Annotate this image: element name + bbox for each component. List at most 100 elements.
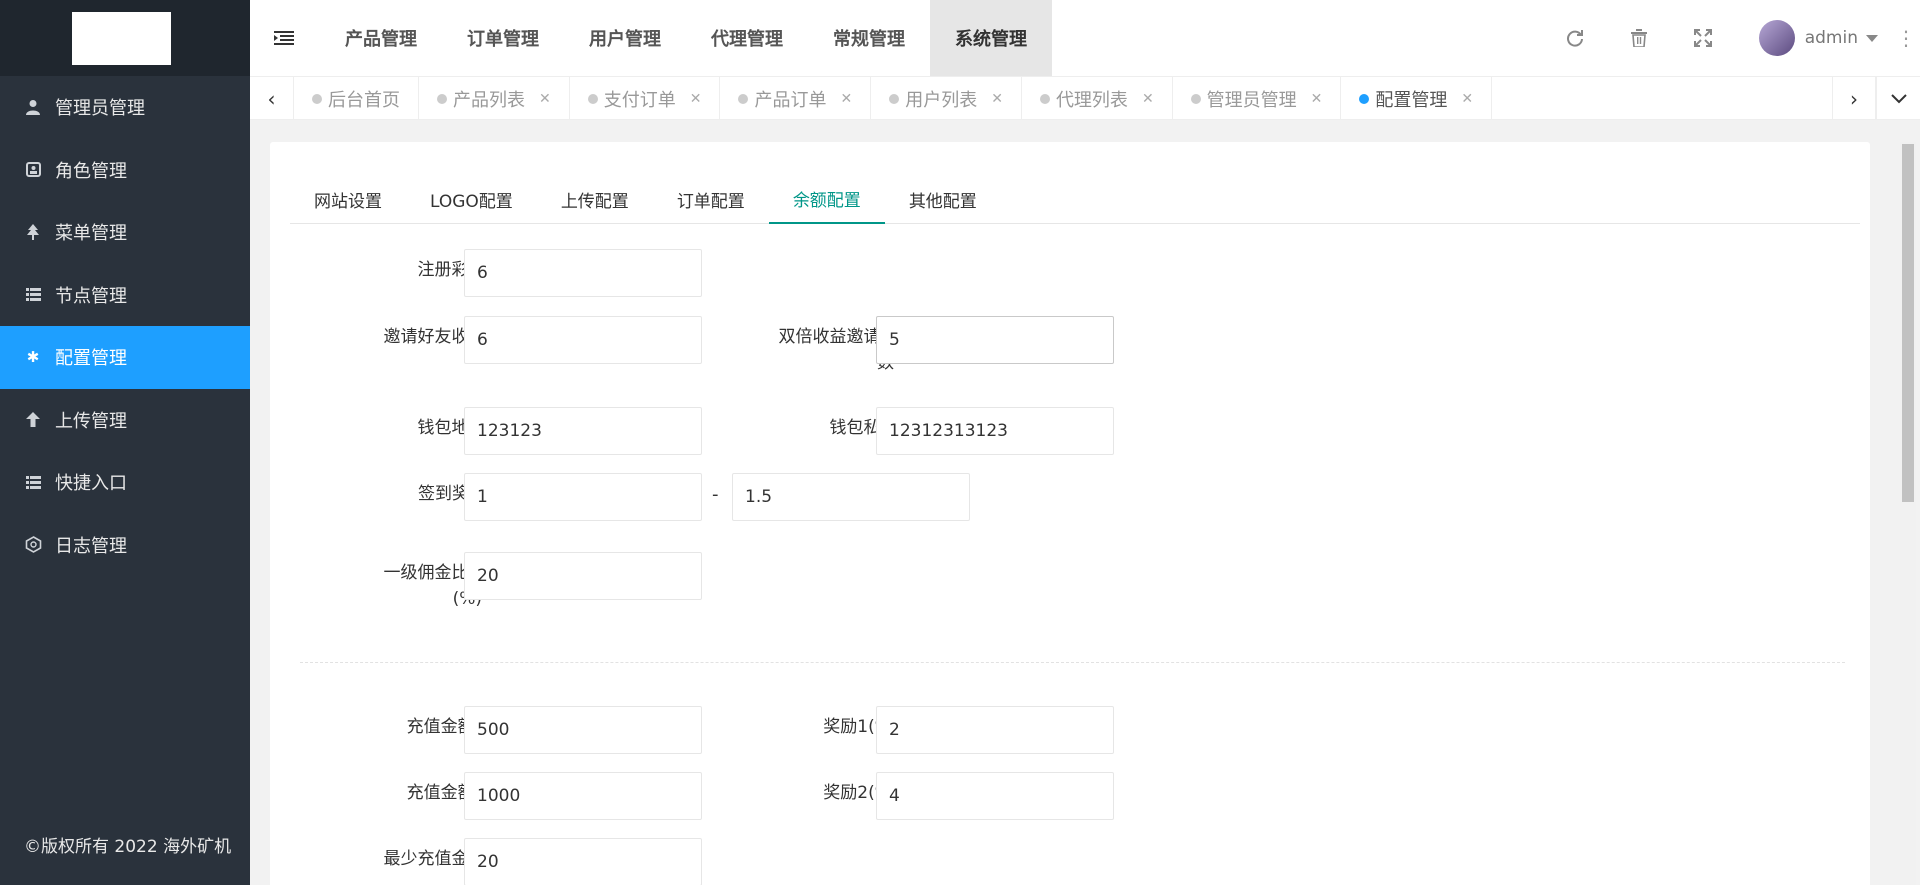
tab-label: 配置管理 <box>1375 89 1448 111</box>
nav-agent[interactable]: 代理管理 <box>686 0 808 76</box>
sidebar: 管理员管理 角色管理 菜单管理 节点管理 ✱ 配置管理 上传管理 快捷入口 日志… <box>0 0 250 885</box>
tab-label: 代理列表 <box>1055 89 1128 111</box>
recharge2-input[interactable]: 1000 <box>464 772 702 820</box>
recharge1-input[interactable]: 500 <box>464 706 702 754</box>
tab-label: 管理员管理 <box>1206 89 1297 111</box>
subtab-balance[interactable]: 余额配置 <box>768 174 885 224</box>
chevron-down-icon[interactable] <box>1866 34 1878 42</box>
logo[interactable] <box>72 12 171 65</box>
sidebar-item-log[interactable]: 日志管理 <box>0 514 250 577</box>
section-divider <box>300 662 1845 663</box>
checkin-reward-min-input[interactable]: 1 <box>464 473 702 521</box>
wallet-address-input[interactable]: 123123 <box>464 407 702 455</box>
nav-order[interactable]: 订单管理 <box>442 0 564 76</box>
close-icon[interactable]: ✕ <box>690 91 702 107</box>
sidebar-item-role[interactable]: 角色管理 <box>0 139 250 202</box>
min-recharge-input[interactable]: 20 <box>464 838 702 885</box>
tab-product-list[interactable]: 产品列表 ✕ <box>419 77 570 120</box>
tab-pay-order[interactable]: 支付订单 ✕ <box>570 77 721 120</box>
more-vertical-icon[interactable]: ⋮ <box>1896 26 1916 50</box>
invite-income-input[interactable]: 6 <box>464 316 702 364</box>
role-icon <box>24 161 42 179</box>
log-icon <box>24 536 42 554</box>
sidebar-item-label: 日志管理 <box>55 535 127 557</box>
sidebar-item-label: 快捷入口 <box>55 473 127 495</box>
chevron-down-icon[interactable] <box>1876 77 1920 120</box>
fullscreen-icon[interactable] <box>1671 0 1735 76</box>
chevron-left-icon[interactable]: ‹ <box>250 77 294 120</box>
tab-label: 产品列表 <box>453 89 525 111</box>
sidebar-item-label: 配置管理 <box>55 348 127 370</box>
tab-dot <box>312 93 322 104</box>
subtab-logo[interactable]: LOGO配置 <box>406 174 537 224</box>
scrollbar[interactable] <box>1900 142 1916 885</box>
sidebar-item-menu[interactable]: 菜单管理 <box>0 201 250 264</box>
nav-user[interactable]: 用户管理 <box>564 0 686 76</box>
tab-product-order[interactable]: 产品订单 ✕ <box>720 77 872 120</box>
nav-general[interactable]: 常规管理 <box>808 0 930 76</box>
sidebar-item-shortcut[interactable]: 快捷入口 <box>0 451 250 514</box>
sidebar-item-node[interactable]: 节点管理 <box>0 264 250 327</box>
tab-label: 用户列表 <box>905 89 978 111</box>
tab-dot <box>1039 93 1050 104</box>
avatar[interactable] <box>1758 20 1795 56</box>
close-icon[interactable]: ✕ <box>1142 91 1154 107</box>
subtab-upload[interactable]: 上传配置 <box>537 174 653 224</box>
close-icon[interactable]: ✕ <box>840 91 852 107</box>
tab-admin-manage[interactable]: 管理员管理 ✕ <box>1173 77 1342 120</box>
copyright-text: ©版权所有 2022 海外矿机 <box>24 837 232 857</box>
tab-config-manage[interactable]: 配置管理 ✕ <box>1341 77 1493 120</box>
header-actions: admin ⋮ <box>1543 0 1920 76</box>
close-icon[interactable]: ✕ <box>991 91 1003 107</box>
subtab-other[interactable]: 其他配置 <box>885 174 1001 224</box>
sidebar-menu: 管理员管理 角色管理 菜单管理 节点管理 ✱ 配置管理 上传管理 快捷入口 日志… <box>0 76 250 576</box>
config-subtabs: 网站设置 LOGO配置 上传配置 订单配置 余额配置 其他配置 <box>290 174 1860 224</box>
sidebar-item-label: 角色管理 <box>55 160 127 182</box>
tab-agent-list[interactable]: 代理列表 ✕ <box>1022 77 1173 120</box>
nav-product[interactable]: 产品管理 <box>320 0 442 76</box>
sidebar-item-config[interactable]: ✱ 配置管理 <box>0 326 250 389</box>
tab-label: 支付订单 <box>603 89 676 111</box>
chevron-right-icon[interactable]: › <box>1832 77 1876 120</box>
sidebar-item-label: 节点管理 <box>55 285 127 307</box>
tab-dot <box>1359 93 1370 104</box>
subtab-order[interactable]: 订单配置 <box>653 174 769 224</box>
reward1-input[interactable]: 2 <box>876 706 1114 754</box>
tree-icon <box>24 223 42 241</box>
trash-icon[interactable] <box>1607 0 1671 76</box>
reward2-input[interactable]: 4 <box>876 772 1114 820</box>
tab-dot <box>587 93 598 104</box>
tab-dot <box>437 93 447 104</box>
sidebar-item-admin[interactable]: 管理员管理 <box>0 76 250 139</box>
double-invite-input[interactable]: 5 <box>876 316 1114 364</box>
username[interactable]: admin <box>1805 28 1858 48</box>
tab-dot <box>889 93 900 104</box>
close-icon[interactable]: ✕ <box>1311 91 1323 107</box>
top-header: 产品管理 订单管理 用户管理 代理管理 常规管理 系统管理 admin ⋮ <box>250 0 1920 76</box>
checkin-reward-label: 签到奖励 <box>418 484 486 504</box>
nav-system[interactable]: 系统管理 <box>930 0 1052 76</box>
commission-input[interactable]: 20 <box>464 552 702 600</box>
page-tabs: 后台首页 产品列表 ✕ 支付订单 ✕ 产品订单 ✕ 用户列表 ✕ 代理列表 ✕ <box>294 77 1493 120</box>
close-icon[interactable]: ✕ <box>539 91 551 107</box>
close-icon[interactable]: ✕ <box>1461 91 1473 107</box>
subtab-site[interactable]: 网站设置 <box>290 174 406 224</box>
tab-dot <box>1190 93 1201 104</box>
wallet-key-input[interactable]: 12312313123 <box>876 407 1114 455</box>
tab-home[interactable]: 后台首页 <box>294 77 419 120</box>
checkin-reward-max-input[interactable]: 1.5 <box>732 473 970 521</box>
page-tabs-bar: ‹ 后台首页 产品列表 ✕ 支付订单 ✕ 产品订单 ✕ 用户列表 ✕ 代理列表 <box>250 76 1920 120</box>
tab-user-list[interactable]: 用户列表 ✕ <box>871 77 1022 120</box>
sidebar-item-upload[interactable]: 上传管理 <box>0 389 250 452</box>
menu-toggle-icon[interactable] <box>254 0 314 76</box>
logo-bar <box>0 0 250 76</box>
user-icon <box>24 98 42 116</box>
register-bonus-input[interactable]: 6 <box>464 249 702 297</box>
list-icon <box>24 473 42 491</box>
scrollbar-thumb[interactable] <box>1902 144 1914 502</box>
sidebar-item-label: 菜单管理 <box>55 223 127 245</box>
arrow-up-icon <box>24 411 42 429</box>
tab-label: 后台首页 <box>328 89 400 111</box>
refresh-icon[interactable] <box>1543 0 1607 76</box>
top-nav: 产品管理 订单管理 用户管理 代理管理 常规管理 系统管理 <box>320 0 1052 76</box>
